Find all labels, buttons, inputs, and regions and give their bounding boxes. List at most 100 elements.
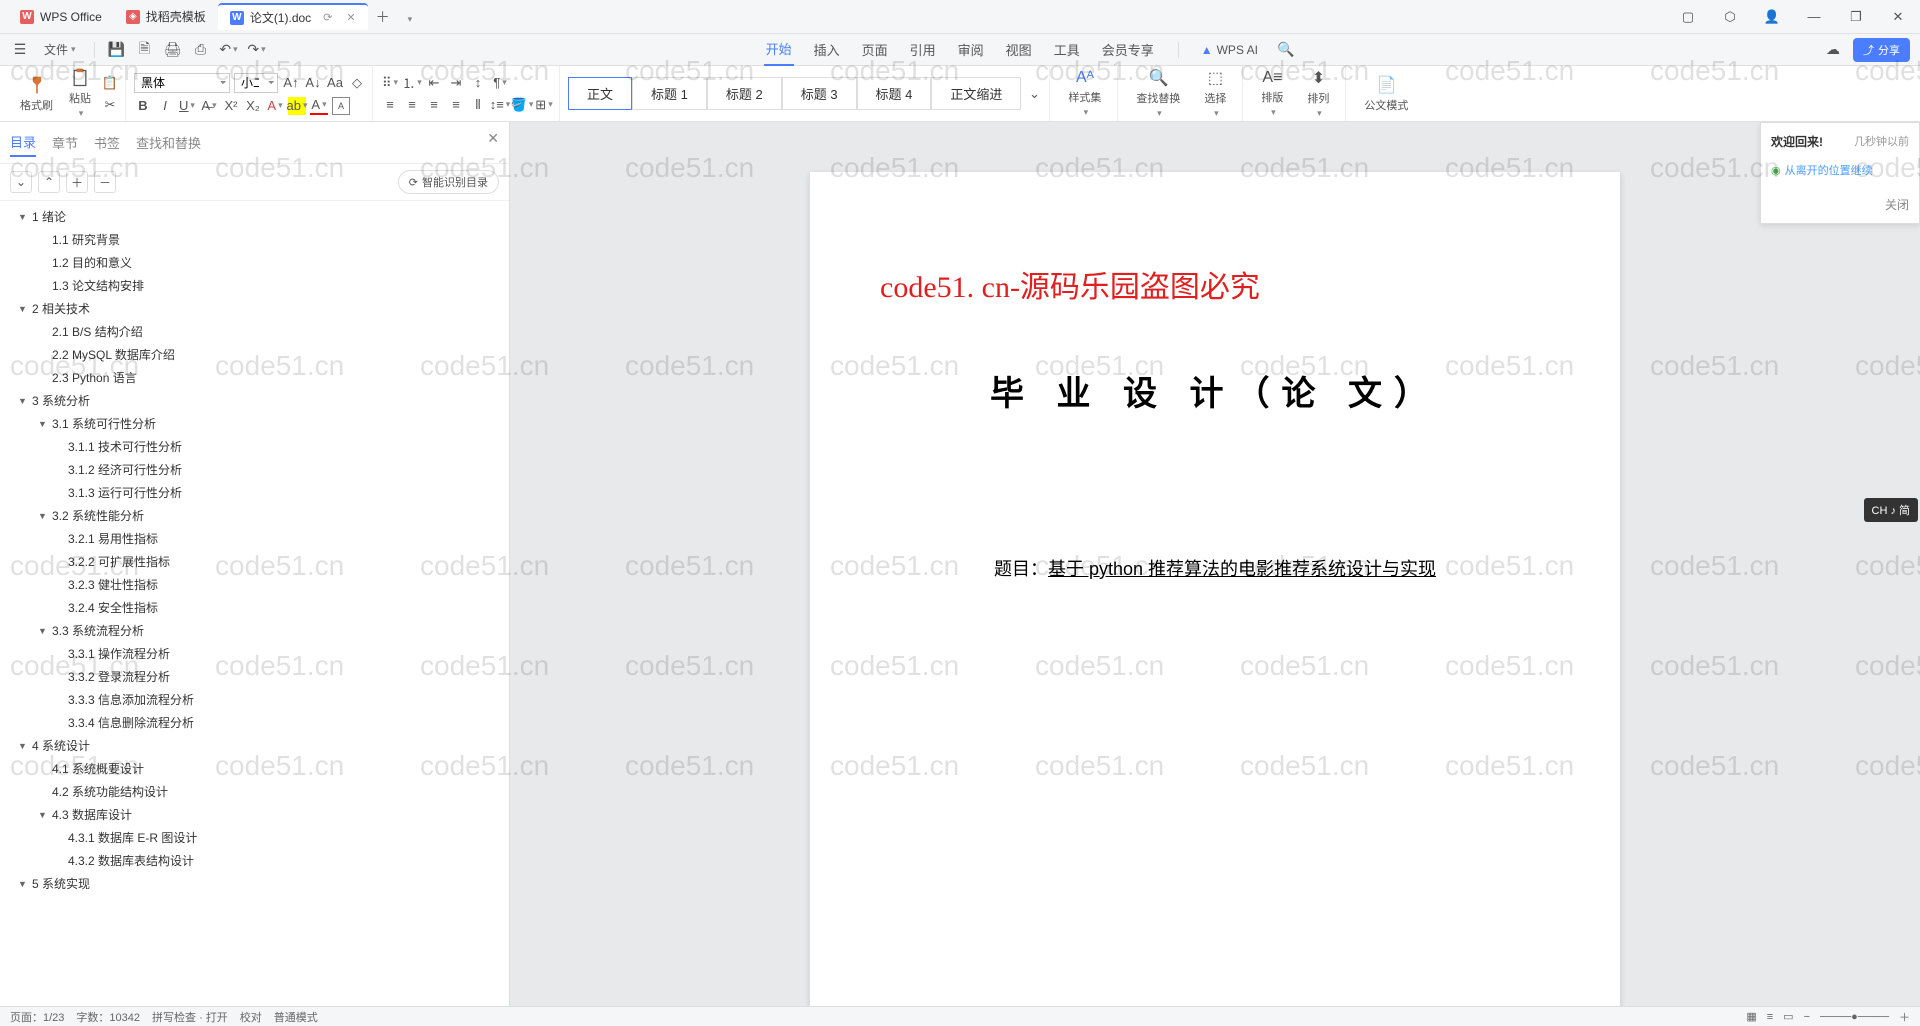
highlight-icon[interactable]: ab — [288, 97, 306, 115]
bullet-list-icon[interactable]: ⠿ — [381, 74, 399, 92]
view-outline-icon[interactable]: ≡ — [1767, 1011, 1773, 1023]
status-mode[interactable]: 普通模式 — [274, 1009, 318, 1025]
tab-member[interactable]: 会员专享 — [1100, 34, 1156, 65]
subscript-icon[interactable]: X₂ — [244, 97, 262, 115]
caret-icon[interactable]: ▼ — [38, 626, 48, 636]
expand-all-icon[interactable]: ⌄ — [10, 171, 32, 193]
line-spacing-icon[interactable]: ↕≡ — [491, 96, 509, 114]
tab-insert[interactable]: 插入 — [812, 34, 842, 65]
share-button[interactable]: ⤴ 分享 — [1853, 38, 1910, 62]
toc-item[interactable]: 2.3 Python 语言 — [0, 366, 509, 389]
sidebar-tab-find[interactable]: 查找和替换 — [136, 129, 201, 156]
style-heading4[interactable]: 标题 4 — [857, 77, 932, 110]
align-left-icon[interactable]: ≡ — [381, 96, 399, 114]
resume-position-link[interactable]: ◉从离开的位置继续 — [1771, 162, 1909, 178]
toc-item[interactable]: 4.1 系统概要设计 — [0, 757, 509, 780]
toc-item[interactable]: 3.2.2 可扩展性指标 — [0, 550, 509, 573]
toc-item[interactable]: ▼4 系统设计 — [0, 734, 509, 757]
toc-item[interactable]: ▼1 绪论 — [0, 205, 509, 228]
search-icon[interactable]: 🔍 — [1276, 40, 1296, 60]
style-indent[interactable]: 正文缩进 — [931, 77, 1021, 110]
toc-item[interactable]: 4.2 系统功能结构设计 — [0, 780, 509, 803]
toc-item[interactable]: ▼3.2 系统性能分析 — [0, 504, 509, 527]
zoom-out-icon[interactable]: − — [1804, 1011, 1810, 1023]
caret-icon[interactable]: ▼ — [18, 304, 28, 314]
toc-item[interactable]: 3.3.4 信息删除流程分析 — [0, 711, 509, 734]
status-proof[interactable]: 校对 — [240, 1009, 262, 1025]
close-sidebar-icon[interactable]: ✕ — [487, 130, 499, 147]
change-case-icon[interactable]: Aa — [326, 74, 344, 92]
promote-icon[interactable]: ＋ — [66, 171, 88, 193]
cloud-icon[interactable]: ☁ — [1823, 40, 1843, 60]
layout-v-button[interactable]: A≡排版 — [1251, 67, 1293, 120]
toc-item[interactable]: 1.3 论文结构安排 — [0, 274, 509, 297]
cut-icon[interactable]: ✂ — [101, 96, 119, 114]
export-icon[interactable]: ⎙ — [191, 40, 211, 60]
increase-indent-icon[interactable]: ⇥ — [447, 74, 465, 92]
toc-item[interactable]: 4.3.2 数据库表结构设计 — [0, 849, 509, 872]
style-set-button[interactable]: Aᴬ样式集 — [1058, 67, 1111, 120]
phonetic-icon[interactable]: A — [332, 97, 350, 115]
toc-item[interactable]: 1.1 研究背景 — [0, 228, 509, 251]
toc-item[interactable]: 3.2.1 易用性指标 — [0, 527, 509, 550]
select-button[interactable]: ⬚选择 — [1194, 66, 1236, 121]
window-close-button[interactable]: ✕ — [1884, 3, 1912, 31]
status-spell[interactable]: 拼写检查 · 打开 — [152, 1009, 228, 1025]
toc-item[interactable]: ▼5 系统实现 — [0, 872, 509, 895]
number-list-icon[interactable]: ⒈ — [403, 74, 421, 92]
style-more-icon[interactable]: ⌄ — [1025, 85, 1043, 103]
toc-item[interactable]: 1.2 目的和意义 — [0, 251, 509, 274]
sidebar-tab-chapters[interactable]: 章节 — [52, 129, 78, 156]
sidebar-tab-toc[interactable]: 目录 — [10, 128, 36, 157]
distribute-icon[interactable]: ⫴ — [469, 96, 487, 114]
demote-icon[interactable]: － — [94, 171, 116, 193]
tab-templates[interactable]: ◈ 找稻壳模板 — [114, 4, 218, 29]
toc-item[interactable]: ▼2 相关技术 — [0, 297, 509, 320]
caret-icon[interactable]: ▼ — [38, 511, 48, 521]
tab-tools[interactable]: 工具 — [1052, 34, 1082, 65]
text-effect-icon[interactable]: A — [266, 97, 284, 115]
style-heading2[interactable]: 标题 2 — [707, 77, 782, 110]
font-name-select[interactable] — [134, 73, 230, 93]
window-minimize-button[interactable]: — — [1800, 3, 1828, 31]
tab-document[interactable]: W 论文(1).doc ⟳ ✕ — [218, 3, 368, 30]
align-justify-icon[interactable]: ≡ — [447, 96, 465, 114]
toc-item[interactable]: ▼3 系统分析 — [0, 389, 509, 412]
decrease-font-icon[interactable]: A↓ — [304, 74, 322, 92]
style-normal[interactable]: 正文 — [568, 77, 632, 110]
print-preview-icon[interactable]: 🗎 — [135, 40, 155, 60]
tab-reference[interactable]: 引用 — [908, 34, 938, 65]
caret-icon[interactable]: ▼ — [18, 879, 28, 889]
window-compact-icon[interactable]: ▢ — [1674, 3, 1702, 31]
toc-item[interactable]: ▼3.3 系统流程分析 — [0, 619, 509, 642]
find-replace-button[interactable]: 🔍查找替换 — [1126, 66, 1190, 121]
caret-icon[interactable]: ▼ — [18, 741, 28, 751]
superscript-icon[interactable]: X² — [222, 97, 240, 115]
layout-h-button[interactable]: ⬍排列 — [1297, 66, 1339, 121]
clear-format-icon[interactable]: ◇ — [348, 74, 366, 92]
toc-item[interactable]: 2.1 B/S 结构介绍 — [0, 320, 509, 343]
toc-item[interactable]: 3.1.1 技术可行性分析 — [0, 435, 509, 458]
tab-review[interactable]: 审阅 — [956, 34, 986, 65]
copy-icon[interactable]: 📋 — [101, 74, 119, 92]
border-icon[interactable]: ⊞ — [535, 96, 553, 114]
redo-icon[interactable]: ↷ — [247, 40, 267, 60]
view-read-icon[interactable]: ▭ — [1783, 1010, 1793, 1023]
status-words[interactable]: 字数：10342 — [76, 1009, 140, 1025]
window-maximize-button[interactable]: ❐ — [1842, 3, 1870, 31]
file-menu[interactable]: 文件▾ — [38, 38, 82, 61]
underline-icon[interactable]: U — [178, 97, 196, 115]
caret-icon[interactable]: ▼ — [18, 396, 28, 406]
move-up-icon[interactable]: ⌃ — [38, 171, 60, 193]
gov-mode-button[interactable]: 📄公文模式 — [1354, 73, 1418, 115]
toc-item[interactable]: 3.1.2 经济可行性分析 — [0, 458, 509, 481]
hamburger-icon[interactable]: ☰ — [10, 40, 30, 60]
toc-item[interactable]: 3.2.3 健壮性指标 — [0, 573, 509, 596]
toc-tree[interactable]: ▼1 绪论1.1 研究背景1.2 目的和意义1.3 论文结构安排▼2 相关技术2… — [0, 201, 509, 1006]
toc-item[interactable]: 2.2 MySQL 数据库介绍 — [0, 343, 509, 366]
bold-icon[interactable]: B — [134, 97, 152, 115]
caret-icon[interactable]: ▼ — [18, 212, 28, 222]
tab-start[interactable]: 开始 — [764, 33, 794, 66]
align-right-icon[interactable]: ≡ — [425, 96, 443, 114]
document-area[interactable]: code51. cn-源码乐园盗图必究 毕 业 设 计（论 文） 题目：基于 p… — [510, 122, 1920, 1006]
